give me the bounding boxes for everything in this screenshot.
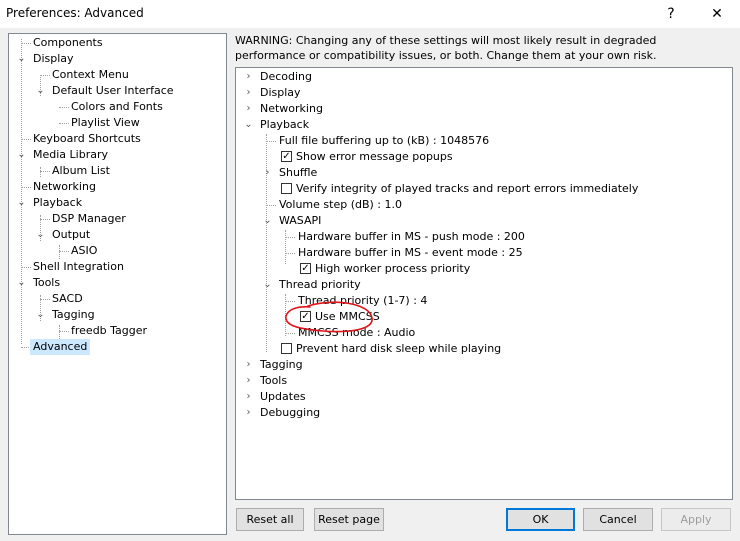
window-title: Preferences: Advanced (6, 6, 144, 20)
apply-button[interactable]: Apply (661, 508, 731, 531)
tree-item-label: Default User Interface (52, 84, 174, 97)
tree-item-label: Shell Integration (33, 260, 124, 273)
tree-item-label: Playback (33, 196, 83, 209)
chevron-right-icon[interactable]: › (244, 85, 253, 101)
checkbox-verify-integrity[interactable] (281, 183, 292, 194)
adv-item-label: Tools (260, 374, 288, 387)
adv-item-label: Full file buffering up to (kB) : 1048576 (279, 134, 490, 147)
chevron-down-icon[interactable]: ⌄ (263, 213, 272, 229)
tree-item-label: SACD (52, 292, 83, 305)
title-bar: Preferences: Advanced ? ✕ (0, 0, 740, 28)
warning-text: WARNING: Changing any of these settings … (235, 34, 657, 62)
ok-button[interactable]: OK (506, 508, 575, 531)
adv-item-label: Updates (260, 390, 306, 403)
adv-item-label: WASAPI (279, 214, 322, 227)
adv-item-label: Hardware buffer in MS - push mode : 200 (298, 230, 525, 243)
tree-item-label: Networking (33, 180, 96, 193)
cancel-button[interactable]: Cancel (583, 508, 653, 531)
chevron-right-icon[interactable]: › (244, 69, 253, 85)
chevron-down-icon[interactable]: ⌄ (36, 227, 45, 243)
chevron-down-icon[interactable]: ⌄ (17, 147, 26, 163)
adv-item-label: Playback (260, 118, 310, 131)
page-tree[interactable]: Components ⌄ Display Context Menu ⌄ Defa… (8, 33, 227, 535)
close-button[interactable]: ✕ (694, 0, 740, 28)
adv-item-label: High worker process priority (315, 262, 471, 275)
tree-item-label: ASIO (71, 244, 98, 257)
adv-item-label: Display (260, 86, 301, 99)
chevron-right-icon[interactable]: › (244, 373, 253, 389)
tree-item-label: Album List (52, 164, 110, 177)
chevron-right-icon[interactable]: › (263, 165, 272, 181)
adv-item-label: Verify integrity of played tracks and re… (296, 182, 639, 195)
tree-item-label: Tools (33, 276, 61, 289)
reset-all-button[interactable]: Reset all (236, 508, 304, 531)
tree-item-label: DSP Manager (52, 212, 126, 225)
adv-item-label: Hardware buffer in MS - event mode : 25 (298, 246, 523, 259)
chevron-right-icon[interactable]: › (244, 357, 253, 373)
tree-item-label: Context Menu (52, 68, 129, 81)
chevron-down-icon[interactable]: ⌄ (263, 277, 272, 293)
tree-item-label: Keyboard Shortcuts (33, 132, 141, 145)
tree-item-label: Colors and Fonts (71, 100, 163, 113)
tree-item-label: Display (33, 52, 74, 65)
chevron-down-icon[interactable]: ⌄ (36, 83, 45, 99)
adv-item-label: Decoding (260, 70, 313, 83)
adv-item-label: Debugging (260, 406, 321, 419)
checkbox-prevent-disk-sleep[interactable] (281, 343, 292, 354)
adv-item-label: Show error message popups (296, 150, 453, 163)
adv-item-label: Tagging (260, 358, 303, 371)
checkbox-show-error-popups[interactable]: ✓ (281, 151, 292, 162)
chevron-down-icon[interactable]: ⌄ (17, 195, 26, 211)
adv-item-label: Shuffle (279, 166, 318, 179)
chevron-down-icon[interactable]: ⌄ (17, 51, 26, 67)
reset-page-button[interactable]: Reset page (314, 508, 384, 531)
adv-item-label: Networking (260, 102, 323, 115)
chevron-down-icon[interactable]: ⌄ (244, 117, 253, 133)
annotation-circle (285, 301, 373, 333)
tree-item-label: Advanced (30, 339, 91, 355)
checkbox-high-worker-priority[interactable]: ✓ (300, 263, 311, 274)
adv-item-label: Thread priority (279, 278, 361, 291)
tree-item-label: Output (52, 228, 91, 241)
chevron-down-icon[interactable]: ⌄ (36, 307, 45, 323)
tree-item-label: Tagging (52, 308, 95, 321)
adv-item-label: Volume step (dB) : 1.0 (279, 198, 403, 211)
chevron-right-icon[interactable]: › (244, 389, 253, 405)
tree-item-label: Media Library (33, 148, 108, 161)
help-button[interactable]: ? (648, 0, 694, 28)
tree-item-label: Playlist View (71, 116, 140, 129)
tree-item-label: freedb Tagger (71, 324, 148, 337)
chevron-right-icon[interactable]: › (244, 405, 253, 421)
chevron-down-icon[interactable]: ⌄ (17, 275, 26, 291)
adv-item-label: Prevent hard disk sleep while playing (296, 342, 502, 355)
tree-item-label: Components (33, 36, 103, 49)
advanced-settings-tree[interactable]: › Decoding › Display › Networking ⌄ Play… (235, 67, 733, 500)
chevron-right-icon[interactable]: › (244, 101, 253, 117)
